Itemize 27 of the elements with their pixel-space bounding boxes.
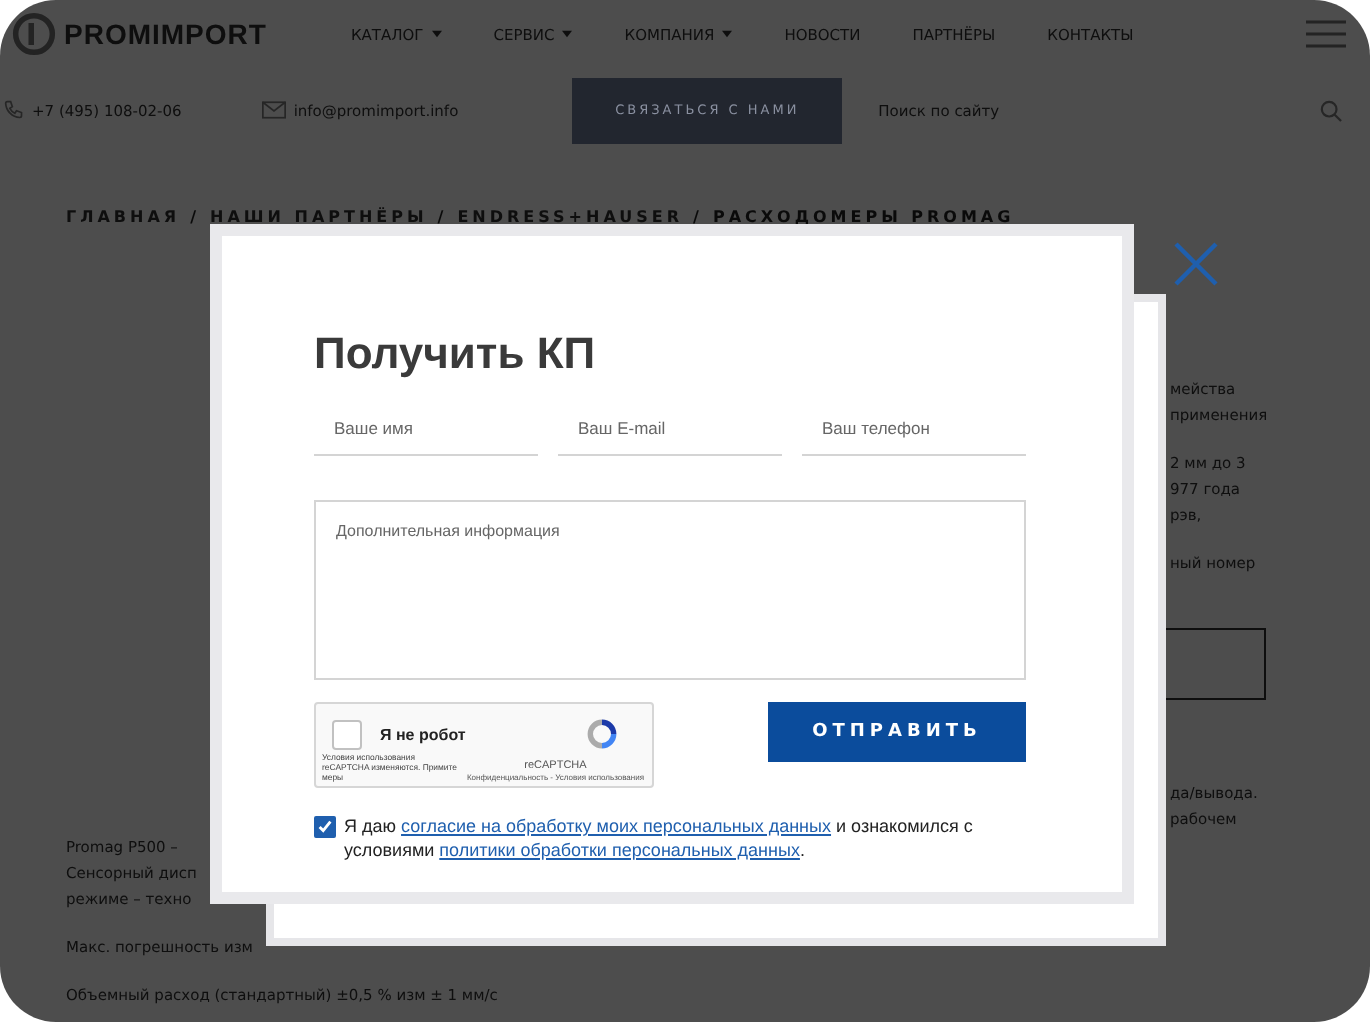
policy-link[interactable]: политики обработки персональных данных xyxy=(439,840,800,860)
logo-icon xyxy=(12,12,56,56)
menu-icon[interactable] xyxy=(1306,20,1346,48)
breadcrumb-link[interactable]: РАСХОДОМЕРЫ PROMAG xyxy=(712,208,1015,226)
modal-title: Получить КП xyxy=(314,328,598,380)
captcha-label: Я не робот xyxy=(380,725,466,743)
consent-text: Я даю согласие на обработку моих персональных данных и ознакомился с условиями политики обработки персональных данных. xyxy=(344,814,975,862)
breadcrumb-separator: / xyxy=(437,208,448,226)
consent-checkbox[interactable] xyxy=(314,816,336,838)
caret-icon xyxy=(431,30,442,38)
captcha-checkbox[interactable] xyxy=(332,719,362,749)
caret-icon xyxy=(722,30,733,38)
recaptcha-logo-icon xyxy=(584,716,620,752)
message-field[interactable]: Дополнительная информация xyxy=(314,500,1026,680)
close-icon[interactable] xyxy=(1174,242,1218,286)
policy-link[interactable]: согласие на обработку моих персональных данных xyxy=(401,816,832,836)
breadcrumb-separator: / xyxy=(190,208,200,226)
breadcrumb-link[interactable]: ГЛАВНАЯ xyxy=(66,208,181,226)
mail-icon xyxy=(261,100,286,120)
breadcrumb-link[interactable]: ENDRESS+HAUSER xyxy=(457,208,684,226)
breadcrumb-separator: / xyxy=(693,208,703,226)
submit-button[interactable]: ОТПРАВИТЬ xyxy=(768,702,1026,762)
logo-text[interactable]: PROMIMPORT xyxy=(64,18,267,50)
breadcrumb-link[interactable]: НАШИ ПАРТНЁРЫ xyxy=(210,208,428,226)
phone-icon xyxy=(4,100,24,120)
search-icon[interactable] xyxy=(1320,99,1342,121)
caret-icon xyxy=(562,30,573,38)
